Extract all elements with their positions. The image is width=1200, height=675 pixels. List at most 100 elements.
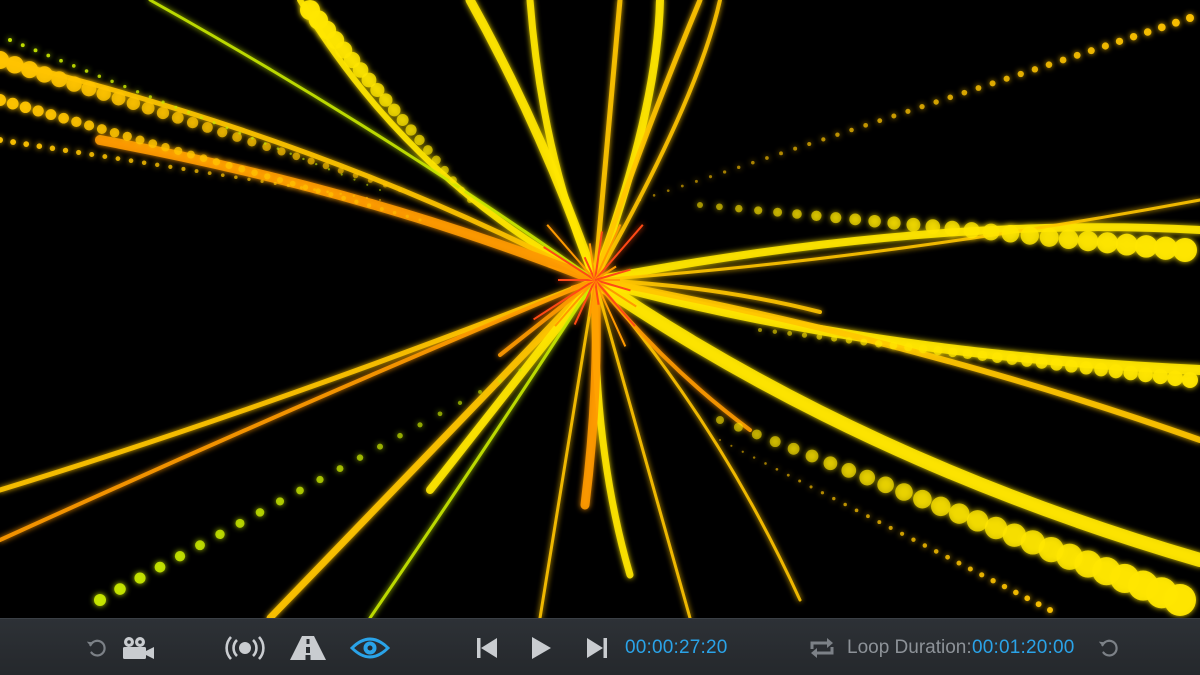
particle-dot <box>71 116 82 127</box>
reset-camera-button[interactable] <box>82 619 110 675</box>
particle-dot <box>292 152 301 161</box>
particle-dot <box>913 489 932 509</box>
particle-dot <box>956 560 962 566</box>
particle-dot <box>1017 70 1024 78</box>
particle-dot <box>708 175 713 179</box>
particle-dot <box>1050 358 1063 371</box>
particle-dot <box>830 212 842 224</box>
view-toggle-button[interactable] <box>348 619 392 675</box>
particle-dot <box>199 116 203 120</box>
particle-dot <box>299 186 303 190</box>
perspective-button[interactable] <box>288 619 328 675</box>
particle-dot <box>327 168 331 171</box>
particle-dot <box>905 108 911 114</box>
eye-icon <box>350 637 390 658</box>
skip-forward-button[interactable] <box>582 619 612 675</box>
particle-dot <box>754 206 763 215</box>
particle-dot <box>387 103 401 117</box>
particle-dot <box>933 346 943 356</box>
particle-dot <box>1138 367 1153 383</box>
particle-dot <box>863 122 868 128</box>
particle-dot <box>396 114 409 126</box>
particle-dot <box>877 476 894 494</box>
particle-dot <box>991 352 1003 363</box>
particle-dot <box>46 53 51 58</box>
particle-dot <box>122 131 132 141</box>
particle-dot <box>638 198 642 202</box>
particle-dot <box>944 220 960 237</box>
particle-dot <box>1123 365 1138 381</box>
particle-dot <box>1079 361 1093 375</box>
particle-dot <box>694 179 698 183</box>
particle-dot <box>775 467 779 471</box>
current-time[interactable]: 00:00:27:20 <box>625 619 728 675</box>
particle-dot <box>431 155 441 165</box>
particle-dot <box>247 177 251 181</box>
particle-dot <box>1152 368 1168 385</box>
particle-dot <box>186 150 195 159</box>
preview-viewport[interactable] <box>0 0 1200 618</box>
particle-dot <box>820 491 825 495</box>
particle-dot <box>888 525 893 530</box>
particle-dot <box>1001 225 1020 243</box>
particle-dot <box>6 97 19 110</box>
particle-dot <box>187 110 191 114</box>
light-streak <box>592 0 703 283</box>
particle-dot <box>933 99 939 105</box>
particle-dot <box>135 90 140 94</box>
particle-dot <box>931 496 951 517</box>
particle-dot <box>367 177 373 183</box>
particle-dot <box>398 188 402 192</box>
road-icon <box>290 635 326 660</box>
particle-dot <box>977 350 988 361</box>
particle-dot <box>114 583 126 595</box>
rotate-ccw-icon <box>86 639 106 657</box>
reset-loop-button[interactable] <box>1094 619 1122 675</box>
broadcast-button[interactable] <box>222 619 268 675</box>
particle-dot <box>948 347 958 358</box>
particle-dot <box>195 540 205 551</box>
particle-dot <box>161 143 170 152</box>
camera-button[interactable] <box>118 619 158 675</box>
particle-dot <box>458 186 465 194</box>
loop-duration-value[interactable]: 00:01:20:00 <box>972 619 1075 675</box>
particle-dot <box>1077 230 1099 252</box>
particle-dot <box>478 389 482 394</box>
particle-dot <box>1129 32 1138 41</box>
particle-dot <box>181 166 186 171</box>
particle-dot <box>382 182 388 188</box>
particle-dot <box>307 157 315 165</box>
particle-dot <box>354 199 359 204</box>
particle-dot <box>860 338 868 346</box>
particle-dot <box>947 94 954 101</box>
particle-dot <box>275 497 285 506</box>
particle-dot <box>126 96 140 111</box>
particle-dot <box>251 136 254 140</box>
particle-dot <box>652 194 656 197</box>
particle-dot <box>251 169 258 177</box>
particle-dot <box>45 109 57 120</box>
particle-dot <box>289 180 296 187</box>
particle-dot <box>752 456 756 459</box>
particle-dot <box>58 112 69 124</box>
particle-dot <box>111 91 126 106</box>
particle-dot <box>154 561 166 573</box>
play-button[interactable] <box>526 619 556 675</box>
loop-button[interactable] <box>806 619 838 675</box>
skip-back-button[interactable] <box>472 619 502 675</box>
light-streak <box>368 278 597 618</box>
particle-dot <box>94 594 106 606</box>
particle-dot <box>168 164 173 169</box>
particle-dot <box>891 113 897 119</box>
particle-dot <box>895 483 913 501</box>
particle-dot <box>1143 28 1152 36</box>
particle-dot <box>925 219 941 234</box>
particle-dot <box>97 74 102 78</box>
particle-dot <box>831 335 838 342</box>
particle-dot <box>1045 61 1053 68</box>
particle-dot <box>366 183 369 186</box>
particle-dot <box>33 48 38 53</box>
particle-dot <box>10 139 17 146</box>
particle-dot <box>6 56 24 74</box>
light-streak <box>0 277 598 493</box>
